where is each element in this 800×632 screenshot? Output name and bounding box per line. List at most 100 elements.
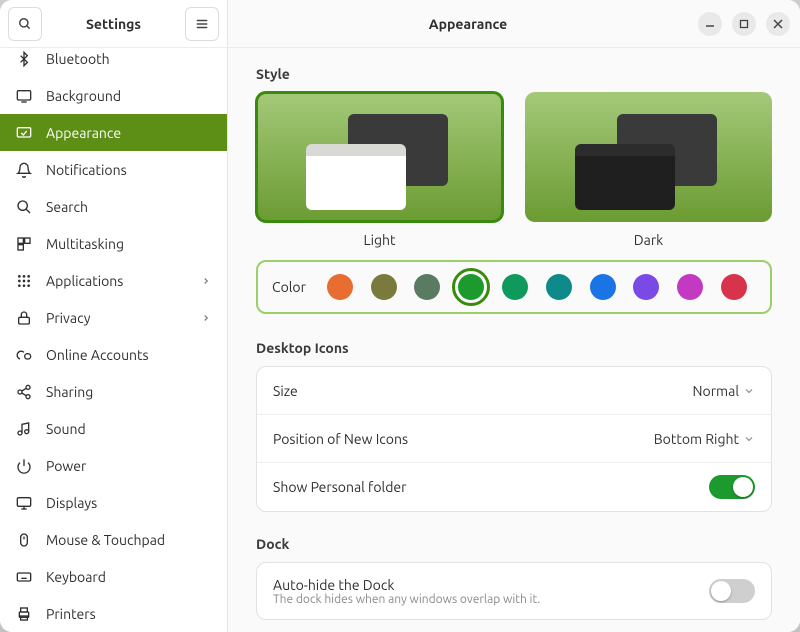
sidebar-item-label: Privacy: [46, 310, 90, 326]
sidebar-item-label: Mouse & Touchpad: [46, 532, 165, 548]
style-dark-card[interactable]: Dark: [525, 92, 772, 248]
sidebar-item-displays[interactable]: Displays: [0, 484, 227, 521]
sidebar-title: Settings: [48, 16, 179, 32]
hamburger-menu-button[interactable]: [185, 7, 219, 41]
sidebar-item-printers[interactable]: Printers: [0, 595, 227, 632]
online-accounts-icon: [16, 347, 32, 363]
color-swatch-3[interactable]: [458, 274, 484, 300]
sidebar-item-bluetooth[interactable]: Bluetooth: [0, 48, 227, 77]
color-label: Color: [272, 279, 306, 295]
sidebar-item-label: Applications: [46, 273, 123, 289]
sidebar-item-online-accounts[interactable]: Online Accounts: [0, 336, 227, 373]
sidebar-item-search[interactable]: Search: [0, 188, 227, 225]
sidebar-item-label: Appearance: [46, 125, 121, 141]
sidebar-item-sound[interactable]: Sound: [0, 410, 227, 447]
color-swatch-1[interactable]: [371, 274, 397, 300]
page-title: Appearance: [238, 16, 698, 32]
chevron-right-icon: [201, 313, 211, 323]
style-light-label: Light: [363, 232, 395, 248]
position-row[interactable]: Position of New Icons Bottom Right: [257, 415, 771, 463]
search-icon: [16, 199, 32, 215]
sidebar-item-label: Multitasking: [46, 236, 124, 252]
autohide-toggle[interactable]: [709, 579, 755, 603]
color-swatch-5[interactable]: [546, 274, 572, 300]
sidebar-item-sharing[interactable]: Sharing: [0, 373, 227, 410]
sidebar-header: Settings: [0, 0, 227, 48]
size-value: Normal: [693, 383, 739, 399]
desktop-icons-list: Size Normal Position of New Icons Bottom…: [256, 366, 772, 512]
sidebar-item-power[interactable]: Power: [0, 447, 227, 484]
sharing-icon: [16, 384, 32, 400]
size-row[interactable]: Size Normal: [257, 367, 771, 415]
personal-folder-label: Show Personal folder: [273, 479, 709, 495]
sidebar-item-multitasking[interactable]: Multitasking: [0, 225, 227, 262]
main-panel: Appearance Style Light Dark: [228, 0, 800, 632]
appearance-icon: [16, 125, 32, 141]
minimize-icon: [705, 19, 715, 29]
close-icon: [773, 19, 783, 29]
applications-icon: [16, 273, 32, 289]
personal-folder-row: Show Personal folder: [257, 463, 771, 511]
color-swatch-4[interactable]: [502, 274, 528, 300]
color-swatch-0[interactable]: [327, 274, 353, 300]
minimize-button[interactable]: [698, 12, 722, 36]
search-icon: [18, 17, 32, 31]
sidebar-item-privacy[interactable]: Privacy: [0, 299, 227, 336]
background-icon: [16, 88, 32, 104]
chevron-right-icon: [201, 276, 211, 286]
sidebar-item-label: Search: [46, 199, 88, 215]
sidebar-item-label: Notifications: [46, 162, 127, 178]
power-icon: [16, 458, 32, 474]
sidebar-item-label: Sharing: [46, 384, 93, 400]
dock-section: Dock Auto-hide the Dock The dock hides w…: [256, 536, 772, 620]
color-swatch-9[interactable]: [721, 274, 747, 300]
printers-icon: [16, 606, 32, 622]
sidebar-item-notifications[interactable]: Notifications: [0, 151, 227, 188]
search-button[interactable]: [8, 7, 42, 41]
chevron-down-icon: [743, 385, 755, 397]
style-options: Light Dark: [256, 92, 772, 248]
color-swatch-8[interactable]: [677, 274, 703, 300]
color-swatch-6[interactable]: [590, 274, 616, 300]
position-value: Bottom Right: [654, 431, 739, 447]
sidebar-item-label: Power: [46, 458, 86, 474]
sidebar-item-label: Printers: [46, 606, 96, 622]
personal-folder-toggle[interactable]: [709, 475, 755, 499]
autohide-description: The dock hides when any windows overlap …: [273, 593, 709, 606]
color-swatch-2[interactable]: [414, 274, 440, 300]
sidebar-item-label: Background: [46, 88, 121, 104]
hamburger-icon: [195, 17, 209, 31]
sidebar-item-applications[interactable]: Applications: [0, 262, 227, 299]
privacy-icon: [16, 310, 32, 326]
style-section-label: Style: [256, 66, 772, 82]
bluetooth-icon: [16, 51, 32, 67]
dock-list: Auto-hide the Dock The dock hides when a…: [256, 562, 772, 620]
sidebar-item-background[interactable]: Background: [0, 77, 227, 114]
size-label: Size: [273, 383, 693, 399]
accent-color-panel: Color: [256, 260, 772, 314]
autohide-row: Auto-hide the Dock The dock hides when a…: [257, 563, 771, 619]
sidebar: Settings Bluetooth Background Appearance No…: [0, 0, 228, 632]
sidebar-item-keyboard[interactable]: Keyboard: [0, 558, 227, 595]
style-dark-label: Dark: [634, 232, 663, 248]
position-label: Position of New Icons: [273, 431, 654, 447]
window-controls: [698, 12, 790, 36]
sidebar-item-label: Online Accounts: [46, 347, 149, 363]
style-light-card[interactable]: Light: [256, 92, 503, 248]
sidebar-item-label: Displays: [46, 495, 97, 511]
sidebar-item-label: Keyboard: [46, 569, 106, 585]
color-swatch-7[interactable]: [633, 274, 659, 300]
sidebar-item-appearance[interactable]: Appearance: [0, 114, 227, 151]
maximize-button[interactable]: [732, 12, 756, 36]
desktop-icons-section: Desktop Icons Size Normal Position of Ne…: [256, 340, 772, 512]
settings-window: Settings Bluetooth Background Appearance No…: [0, 0, 800, 632]
displays-icon: [16, 495, 32, 511]
sidebar-item-mouse-touchpad[interactable]: Mouse & Touchpad: [0, 521, 227, 558]
sidebar-item-label: Sound: [46, 421, 86, 437]
multitasking-icon: [16, 236, 32, 252]
close-button[interactable]: [766, 12, 790, 36]
content-scroll[interactable]: Style Light Dark Color Desktop Icons: [228, 48, 800, 632]
keyboard-icon: [16, 569, 32, 585]
desktop-icons-label: Desktop Icons: [256, 340, 772, 356]
sidebar-list[interactable]: Bluetooth Background Appearance Notificatio…: [0, 48, 227, 632]
